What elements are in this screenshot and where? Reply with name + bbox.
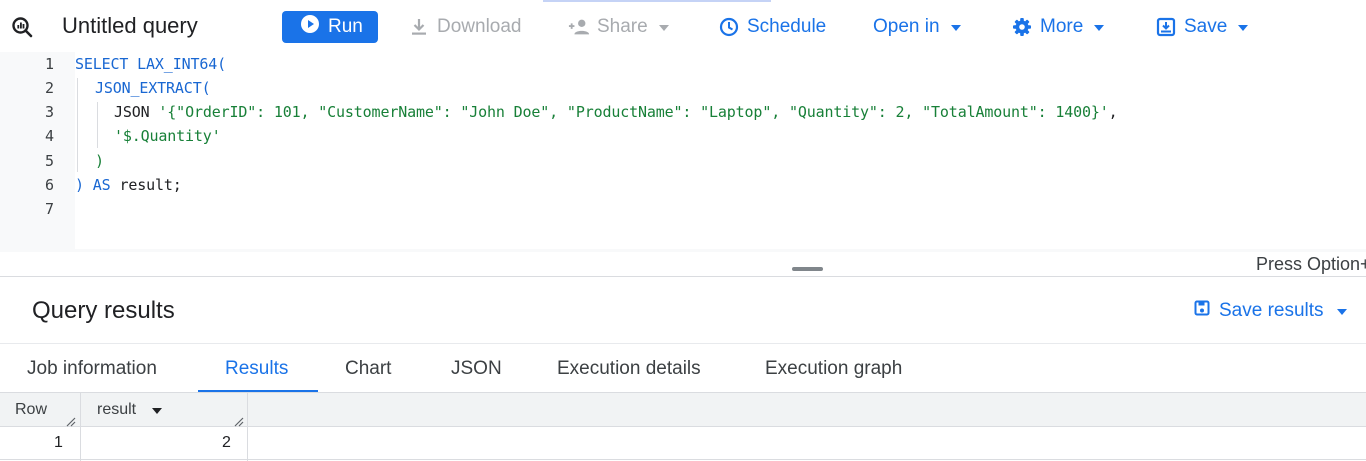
chevron-down-icon — [1336, 309, 1347, 315]
keyboard-hint: Press Option+ — [1256, 254, 1366, 274]
code-line-6: ) AS result; — [75, 173, 182, 197]
row-number-cell: 1 — [54, 434, 63, 451]
open-in-button[interactable]: Open in — [873, 11, 961, 43]
save-results-button[interactable]: Save results — [1194, 298, 1347, 324]
chevron-down-icon — [1238, 25, 1249, 31]
run-button[interactable]: Run — [282, 11, 378, 43]
save-label: Save — [1184, 16, 1228, 37]
more-label: More — [1040, 16, 1084, 37]
column-divider — [247, 393, 248, 461]
chevron-down-icon[interactable] — [152, 407, 163, 414]
query-title[interactable]: Untitled query — [62, 11, 198, 41]
code-line-5: ) — [75, 149, 104, 173]
tab-results[interactable]: Results — [225, 345, 288, 392]
tab-execution-details[interactable]: Execution details — [557, 345, 701, 392]
save-icon — [1194, 300, 1210, 322]
save-button[interactable]: Save — [1155, 11, 1249, 43]
line-number: 1 — [44, 55, 54, 73]
play-circle-icon — [300, 14, 320, 40]
code-line-4: '$.Quantity' — [75, 124, 221, 148]
share-button[interactable]: Share — [568, 11, 669, 43]
line-number: 6 — [44, 176, 54, 194]
column-header-result[interactable]: result — [97, 393, 163, 426]
result-cell[interactable]: 2 — [222, 428, 231, 458]
line-number: 7 — [44, 200, 54, 218]
line-number: 5 — [44, 152, 54, 170]
code-area[interactable] — [75, 52, 1366, 249]
sql-editor[interactable]: 1 2 3 4 5 6 7 SELECT LAX_INT64( JSON_EXT… — [0, 52, 1366, 252]
code-line-1: SELECT LAX_INT64( — [75, 52, 226, 76]
sql-punct: , — [1108, 103, 1118, 121]
pane-divider — [0, 276, 1366, 277]
chevron-down-icon — [1094, 25, 1105, 31]
chevron-down-icon — [950, 25, 961, 31]
save-results-label: Save results — [1219, 300, 1324, 321]
download-button[interactable]: Download — [408, 11, 522, 43]
active-tab-indicator — [543, 0, 771, 2]
schedule-label: Schedule — [747, 16, 827, 37]
more-button[interactable]: More — [1011, 11, 1105, 43]
line-number: 2 — [44, 79, 54, 97]
tab-json[interactable]: JSON — [451, 345, 502, 392]
save-icon — [1155, 16, 1177, 38]
download-icon — [408, 16, 430, 38]
column-divider — [80, 393, 81, 461]
sql-paren: ) — [95, 152, 104, 170]
tabs-divider — [0, 343, 1366, 344]
column-resize-icon[interactable] — [234, 414, 244, 427]
results-table-header: Row result — [0, 393, 1366, 427]
tab-chart[interactable]: Chart — [345, 345, 391, 392]
gear-icon — [1011, 16, 1033, 38]
run-label: Run — [328, 16, 363, 37]
sql-keyword: JSON — [114, 103, 150, 121]
tab-execution-graph[interactable]: Execution graph — [765, 345, 902, 392]
sql-paren: ) — [75, 176, 84, 194]
results-title: Query results — [32, 297, 175, 324]
open-in-label: Open in — [873, 16, 940, 37]
chevron-down-icon — [658, 25, 669, 31]
row-divider — [0, 459, 1366, 460]
column-header-label: result — [97, 400, 137, 418]
code-line-3: JSON '{"OrderID": 101, "CustomerName": "… — [75, 100, 1118, 124]
sql-identifier: result; — [119, 176, 182, 194]
sql-string: '$.Quantity' — [114, 127, 221, 145]
sql-keyword: JSON_EXTRACT( — [95, 79, 211, 97]
code-line-2: JSON_EXTRACT( — [75, 76, 211, 100]
sql-string: '{"OrderID": 101, "CustomerName": "John … — [158, 103, 1109, 121]
line-number: 3 — [44, 103, 54, 121]
column-resize-icon[interactable] — [66, 414, 76, 427]
person-add-icon — [568, 16, 590, 38]
sql-keyword: SELECT LAX_INT64( — [75, 55, 226, 73]
share-label: Share — [597, 16, 648, 37]
schedule-button[interactable]: Schedule — [718, 11, 826, 43]
download-label: Download — [437, 16, 522, 37]
query-toolbar: Untitled query Run Download Share Schedu… — [0, 0, 1366, 52]
tab-job-information[interactable]: Job information — [27, 345, 157, 392]
sql-keyword: AS — [92, 176, 111, 194]
clock-icon — [718, 16, 740, 38]
pane-resize-handle[interactable] — [792, 267, 823, 271]
line-number: 4 — [44, 127, 54, 145]
column-header-row: Row — [15, 400, 48, 418]
query-icon — [10, 15, 34, 39]
